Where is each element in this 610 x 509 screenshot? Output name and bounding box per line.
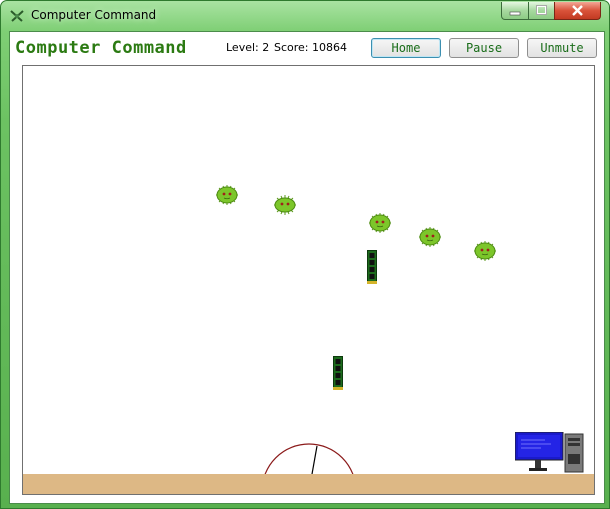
pause-button[interactable]: Pause bbox=[449, 38, 519, 58]
ground bbox=[23, 474, 594, 494]
crossed-swords-icon bbox=[10, 10, 24, 22]
app-window: Computer Command Computer Command Level:… bbox=[0, 0, 610, 509]
virus-enemy bbox=[216, 185, 238, 205]
game-title: Computer Command bbox=[15, 38, 187, 58]
virus-enemy bbox=[474, 241, 496, 261]
virus-enemy bbox=[369, 213, 391, 233]
client-area: Computer Command Level: 2 Score: 10864 H… bbox=[9, 31, 605, 504]
score-label: Score: 10864 bbox=[274, 41, 348, 54]
close-button[interactable] bbox=[554, 2, 601, 20]
level-label: Level: 2 bbox=[226, 41, 270, 54]
ram-projectile bbox=[367, 250, 377, 284]
window-title: Computer Command bbox=[31, 8, 157, 22]
title-bar[interactable]: Computer Command bbox=[1, 1, 609, 31]
game-stage[interactable] bbox=[22, 65, 595, 495]
maximize-icon bbox=[536, 5, 547, 15]
game-header: Computer Command Level: 2 Score: 10864 H… bbox=[10, 32, 604, 64]
minimize-icon bbox=[509, 11, 521, 16]
ram-projectile bbox=[333, 356, 343, 390]
virus-enemy bbox=[274, 195, 296, 215]
close-icon bbox=[572, 5, 583, 16]
computer-base bbox=[515, 432, 584, 473]
maximize-button[interactable] bbox=[528, 2, 555, 20]
unmute-button[interactable]: Unmute bbox=[527, 38, 597, 58]
virus-enemy bbox=[419, 227, 441, 247]
home-button[interactable]: Home bbox=[371, 38, 441, 58]
minimize-button[interactable] bbox=[501, 2, 529, 20]
